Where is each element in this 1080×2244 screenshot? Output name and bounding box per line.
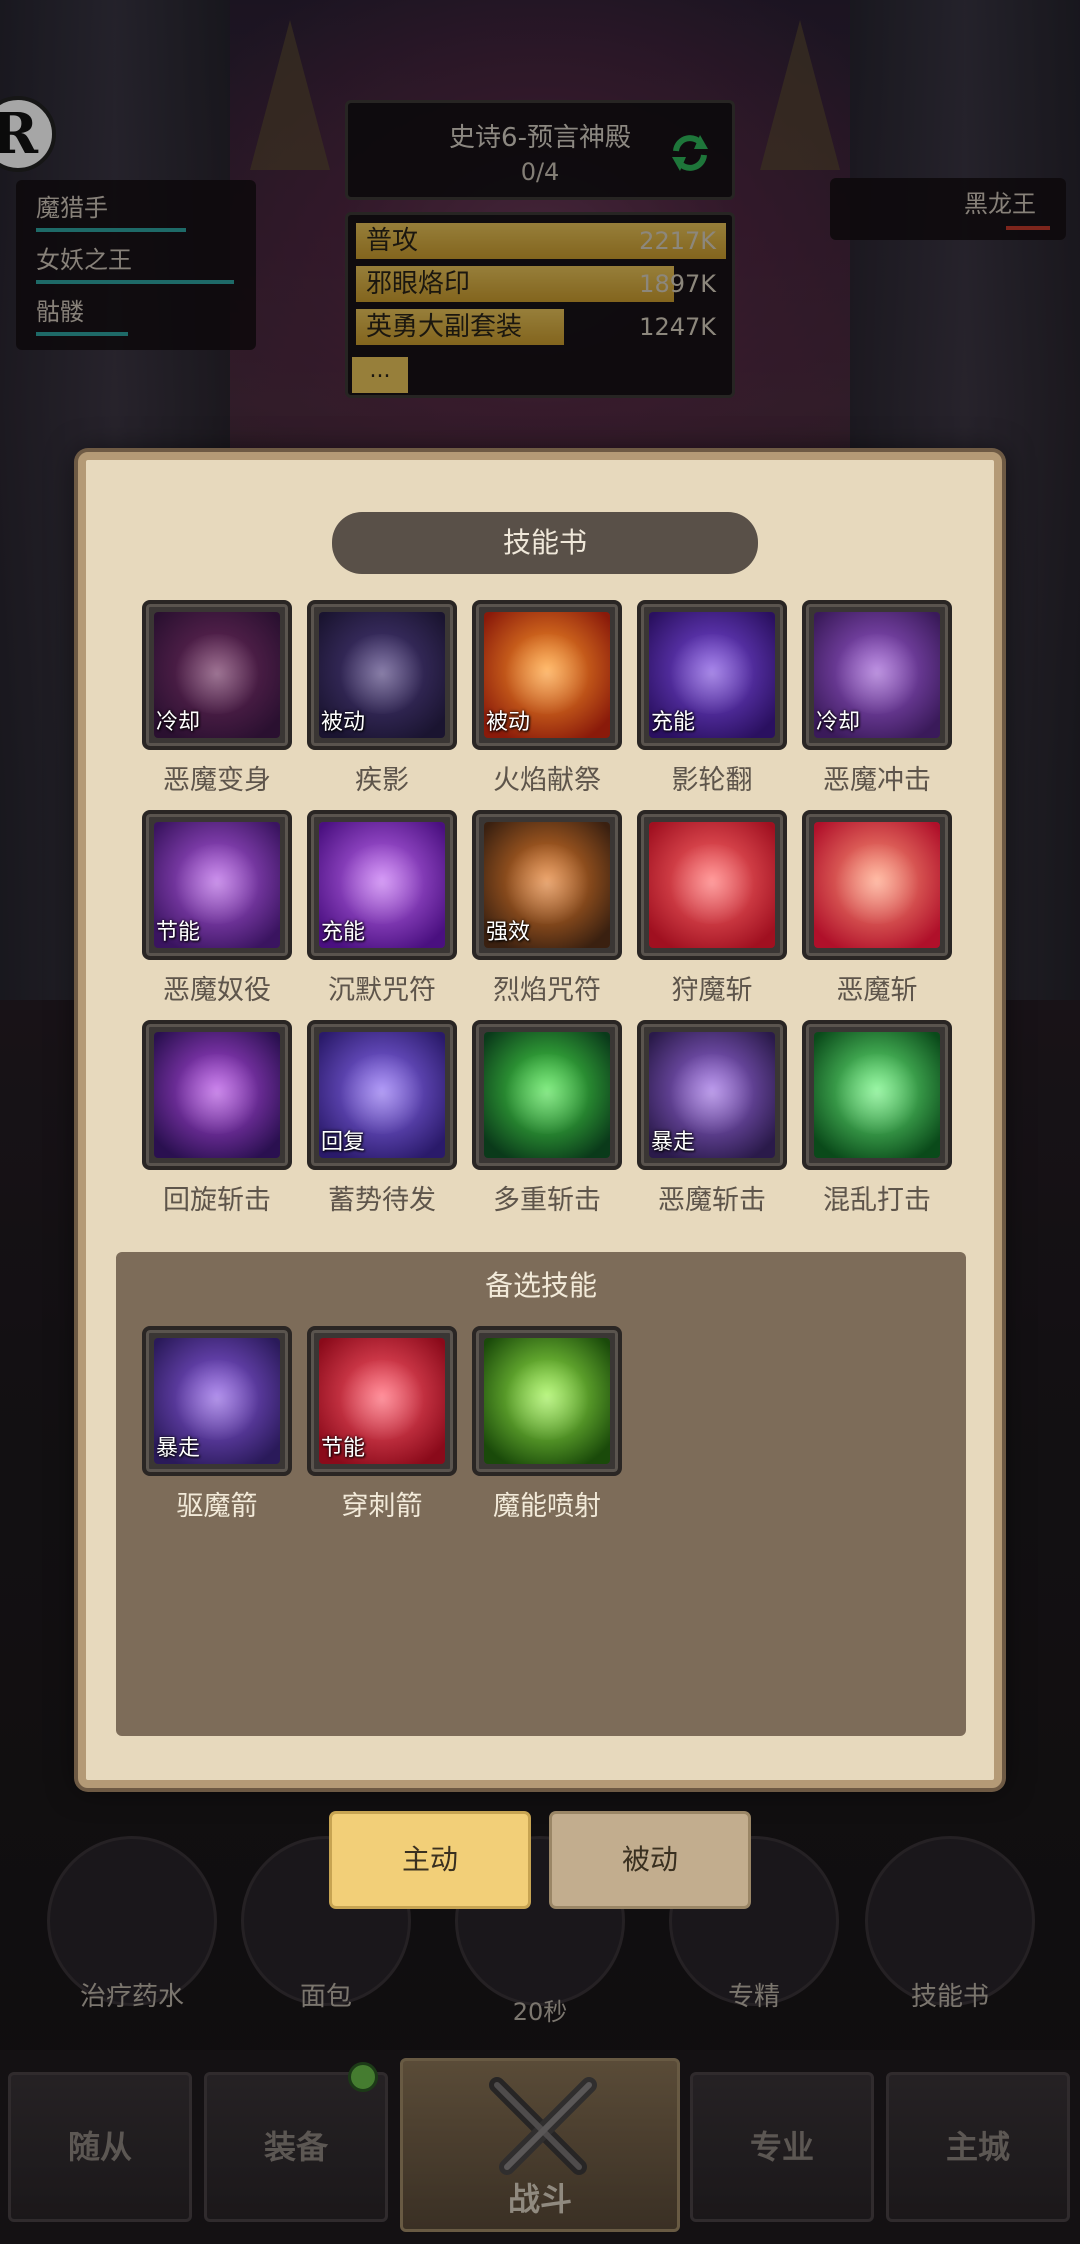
skill-frame: 节能 <box>307 1326 457 1476</box>
skill-tag: 冷却 <box>156 710 201 735</box>
skill-slot[interactable]: 回复蓄势待发 <box>307 1020 457 1217</box>
skill-slot[interactable]: 节能恶魔奴役 <box>142 810 292 1007</box>
skill-slot[interactable]: 狩魔斩 <box>637 810 787 1007</box>
skill-slot[interactable]: 充能影轮翻 <box>637 600 787 797</box>
skill-slot[interactable]: 混乱打击 <box>802 1020 952 1217</box>
skill-name: 烈焰咒符 <box>493 975 601 1006</box>
skill-tag: 暴走 <box>156 1436 201 1461</box>
skill-frame <box>637 810 787 960</box>
skill-name: 魔能喷射 <box>493 1491 601 1522</box>
skill-tag: 节能 <box>156 920 201 945</box>
passive-skills-tab[interactable]: 被动 <box>552 1814 748 1906</box>
skill-frame: 强效 <box>472 810 622 960</box>
skill-frame: 冷却 <box>142 600 292 750</box>
fel-burst-icon <box>484 1338 610 1464</box>
skill-name: 恶魔冲击 <box>823 765 931 796</box>
skill-slot[interactable]: 冷却恶魔冲击 <box>802 600 952 797</box>
skill-slot[interactable]: 冷却恶魔变身 <box>142 600 292 797</box>
skill-slot[interactable]: 多重斩击 <box>472 1020 622 1217</box>
skill-slot[interactable]: 被动疾影 <box>307 600 457 797</box>
skill-name: 狩魔斩 <box>671 975 753 1006</box>
spinning-blade-icon <box>154 1032 280 1158</box>
skill-name: 蓄势待发 <box>328 1185 436 1216</box>
skill-frame <box>142 1020 292 1170</box>
skill-frame: 暴走 <box>142 1326 292 1476</box>
skill-name: 多重斩击 <box>493 1185 601 1216</box>
skill-frame <box>802 810 952 960</box>
skill-name: 沉默咒符 <box>328 975 436 1006</box>
skill-slot[interactable]: 魔能喷射 <box>472 1326 622 1523</box>
skill-name: 影轮翻 <box>671 765 753 796</box>
chaos-strike-icon <box>814 1032 940 1158</box>
skill-frame <box>802 1020 952 1170</box>
alternate-skills-title: 备选技能 <box>484 1269 597 1302</box>
skill-name: 回旋斩击 <box>163 1185 271 1216</box>
skill-frame: 暴走 <box>637 1020 787 1170</box>
skill-name: 恶魔斩击 <box>658 1185 766 1216</box>
skill-slot[interactable]: 强效烈焰咒符 <box>472 810 622 1007</box>
alternate-skills-panel: 备选技能 暴走 驱魔箭 节能 穿刺箭 魔能喷射 <box>116 1252 966 1736</box>
skill-tag: 冷却 <box>816 710 861 735</box>
red-slash-icon <box>649 822 775 948</box>
skillbook-dialog: 技能书 冷却 恶魔变身 被动 疾影 被动 火焰献祭 充能 影轮翻 冷却 恶魔冲击 节能 恶魔奴役 充能沉… <box>78 452 1002 1788</box>
skill-name: 穿刺箭 <box>341 1491 423 1522</box>
skill-tag: 被动 <box>321 710 366 735</box>
crimson-slash-icon <box>814 822 940 948</box>
dialog-title: 技能书 <box>502 526 587 559</box>
skill-name: 驱魔箭 <box>176 1491 258 1522</box>
dialog-title-bar: 技能书 <box>332 512 758 574</box>
skill-frame: 充能 <box>637 600 787 750</box>
skill-tag: 节能 <box>321 1436 366 1461</box>
skill-name: 恶魔斩 <box>836 975 918 1006</box>
skill-name: 疾影 <box>355 765 409 796</box>
skill-slot[interactable]: 恶魔斩 <box>802 810 952 1007</box>
skill-name: 混乱打击 <box>823 1185 931 1216</box>
skill-frame: 冷却 <box>802 600 952 750</box>
green-slash-icon <box>484 1032 610 1158</box>
skill-frame: 被动 <box>472 600 622 750</box>
skill-slot[interactable]: 回旋斩击 <box>142 1020 292 1217</box>
skill-frame <box>472 1020 622 1170</box>
skill-slot[interactable]: 节能穿刺箭 <box>307 1326 457 1523</box>
skill-frame: 被动 <box>307 600 457 750</box>
skill-tag: 暴走 <box>651 1130 696 1155</box>
skill-tag: 被动 <box>486 710 531 735</box>
skill-slot[interactable]: 充能沉默咒符 <box>307 810 457 1007</box>
skill-tag: 强效 <box>486 920 531 945</box>
skill-slot[interactable]: 被动火焰献祭 <box>472 600 622 797</box>
skill-tag: 充能 <box>651 710 696 735</box>
active-skills-tab[interactable]: 主动 <box>332 1814 528 1906</box>
skill-slot[interactable]: 暴走驱魔箭 <box>142 1326 292 1523</box>
skill-name: 火焰献祭 <box>493 765 601 796</box>
skill-frame: 节能 <box>142 810 292 960</box>
skill-tag: 回复 <box>321 1130 366 1155</box>
skill-frame <box>472 1326 622 1476</box>
skill-frame: 充能 <box>307 810 457 960</box>
skill-slot[interactable]: 暴走恶魔斩击 <box>637 1020 787 1217</box>
skill-frame: 回复 <box>307 1020 457 1170</box>
skill-name: 恶魔变身 <box>163 765 271 796</box>
skill-tag: 充能 <box>321 920 366 945</box>
skill-name: 恶魔奴役 <box>163 975 271 1006</box>
